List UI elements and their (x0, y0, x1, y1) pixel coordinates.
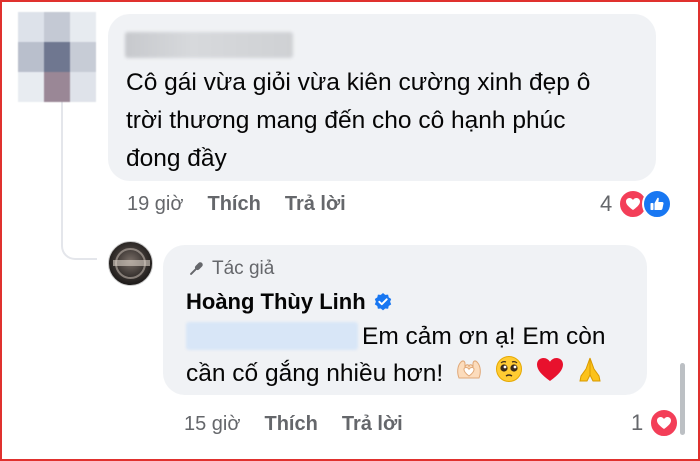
pleading-face-emoji (495, 355, 523, 394)
heart-hands-emoji (455, 356, 483, 393)
author-badge: Tác giả (186, 258, 274, 280)
author-badge-label: Tác giả (212, 258, 275, 279)
author-name[interactable]: Hoàng Thùy Linh (186, 289, 366, 315)
reply-button[interactable]: Trả lời (285, 193, 346, 216)
comment-reactions[interactable]: 4 (600, 189, 673, 219)
reply-reaction-count: 1 (631, 410, 644, 435)
reply-actions: 15 giờ Thích Trả lời (184, 413, 427, 436)
folded-hands-emoji (576, 355, 604, 394)
like-button[interactable]: Thích (207, 193, 260, 216)
commenter-avatar[interactable] (18, 12, 96, 102)
microphone-icon (190, 262, 203, 275)
thread-line (61, 100, 63, 245)
verified-badge-icon (374, 293, 391, 311)
comment-actions: 19 giờ Thích Trả lời (127, 193, 370, 216)
scrollbar[interactable] (680, 363, 685, 435)
reaction-count: 4 (600, 191, 613, 216)
author-avatar[interactable] (108, 241, 153, 286)
thread-connector (61, 236, 97, 260)
reply-like-button[interactable]: Thích (264, 413, 317, 436)
red-heart-emoji (535, 356, 565, 394)
comment-text: Cô gái vừa giỏi vừa kiên cường xinh đẹp … (126, 69, 591, 172)
author-name-row: Hoàng Thùy Linh (186, 289, 393, 315)
reply-time[interactable]: 15 giờ (184, 413, 240, 436)
like-reaction-icon (642, 189, 673, 219)
heart-reaction-icon (649, 408, 680, 438)
reply-reactions[interactable]: 1 (631, 408, 680, 438)
commenter-name-redacted[interactable] (125, 32, 293, 58)
reply-reply-button[interactable]: Trả lời (342, 413, 403, 436)
comment-time[interactable]: 19 giờ (127, 193, 183, 216)
reply-text-block: Em cảm ơn ạ! Em còn cần cố gắng nhiều hơ… (186, 318, 638, 394)
